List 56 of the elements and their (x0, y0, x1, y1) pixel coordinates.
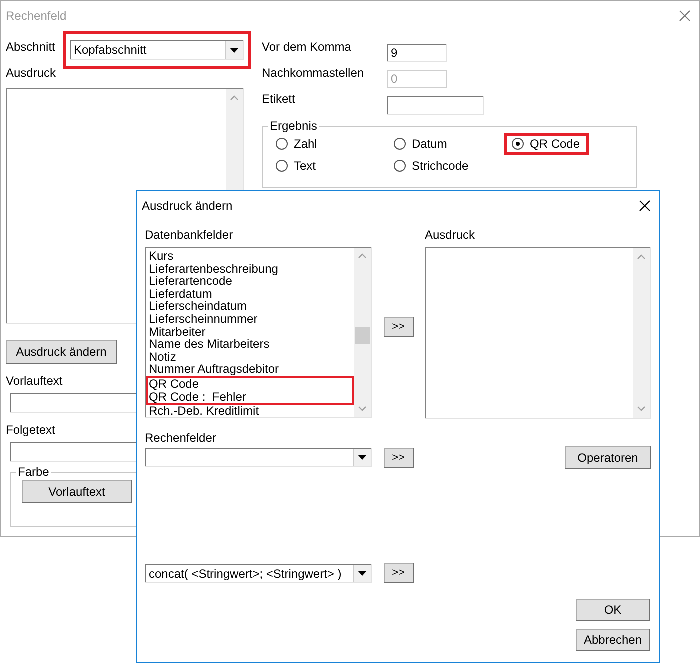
add-button[interactable]: >> (384, 448, 414, 468)
list-item[interactable]: Lieferartencode (146, 275, 354, 288)
list-item[interactable]: Mitarbeiter (146, 326, 354, 338)
window-title: Ausdruck ändern (142, 198, 233, 212)
color-button[interactable]: Vorlauftext (22, 480, 132, 503)
scroll-thumb[interactable] (355, 327, 370, 344)
listbox[interactable] (145, 247, 372, 418)
field-label: Folgetext (6, 423, 56, 437)
caret-icon (230, 48, 239, 52)
list-item[interactable]: QR Code (146, 376, 354, 391)
scroll-up-icon (230, 95, 239, 101)
dropdown[interactable] (145, 448, 372, 467)
scroll-up-icon (637, 254, 646, 260)
dropdown[interactable]: Kopfabschnitt (70, 40, 244, 60)
radio-button[interactable]: Text (268, 155, 326, 177)
list-item[interactable]: Lieferartenbeschreibung (146, 262, 354, 276)
list-item[interactable]: Lieferscheindatum (146, 300, 354, 313)
radio-button[interactable]: QR Code (504, 133, 590, 155)
field-label: Rechenfelder (145, 431, 216, 447)
list-item[interactable]: Lieferdatum (146, 288, 354, 300)
scroll-down-icon (358, 406, 367, 412)
ok-button[interactable]: OK (576, 599, 650, 621)
close-icon[interactable] (639, 200, 651, 212)
list-item[interactable]: QR Code : Fehler (146, 390, 354, 406)
scroll-down-icon (637, 406, 646, 412)
radio-button[interactable]: Zahl (268, 133, 326, 155)
add-button[interactable]: >> (384, 563, 414, 583)
field-label: Datenbankfelder (145, 227, 234, 244)
list-item[interactable]: Rch.-Deb. Kreditlimit (146, 405, 354, 417)
field-label: Ausdruck (425, 227, 476, 244)
cancel-button[interactable]: Abbrechen (576, 629, 650, 651)
radio-button[interactable]: Strichcode (386, 155, 478, 177)
field-label: Ausdruck (6, 66, 56, 80)
list-item[interactable]: Notiz (146, 350, 354, 364)
window-title: Rechenfeld (6, 8, 67, 22)
group-title: Farbe (16, 465, 52, 479)
list-item[interactable]: Lieferscheinnummer (146, 312, 354, 326)
field-label: Etikett (262, 92, 296, 106)
edit-expression-button[interactable]: Ausdruck ändern (6, 340, 117, 364)
scroll-up-icon (358, 253, 367, 259)
radio-button[interactable]: Datum (386, 133, 456, 155)
add-button[interactable]: >> (384, 317, 414, 337)
list-item[interactable]: Nummer Auftragsdebitor (146, 363, 354, 376)
operators-button[interactable]: Operatoren (565, 446, 651, 469)
field-label: Vorlauftext (6, 374, 63, 388)
field-label: Abschnitt (6, 40, 56, 54)
field-label: Vor dem Komma (262, 40, 352, 54)
list-item[interactable]: Name des Mitarbeiters (146, 338, 354, 351)
dropdown[interactable]: concat( <Stringwert>; <Stringwert> ) (145, 564, 372, 582)
caret-icon (358, 570, 367, 576)
number-field[interactable] (387, 96, 484, 114)
field-label: Nachkommastellen (262, 66, 366, 80)
group-title: Ergebnis (268, 119, 320, 133)
list-item[interactable]: Kurs (146, 250, 354, 263)
number-field[interactable]: 9 (387, 44, 447, 62)
caret-icon (358, 455, 367, 460)
